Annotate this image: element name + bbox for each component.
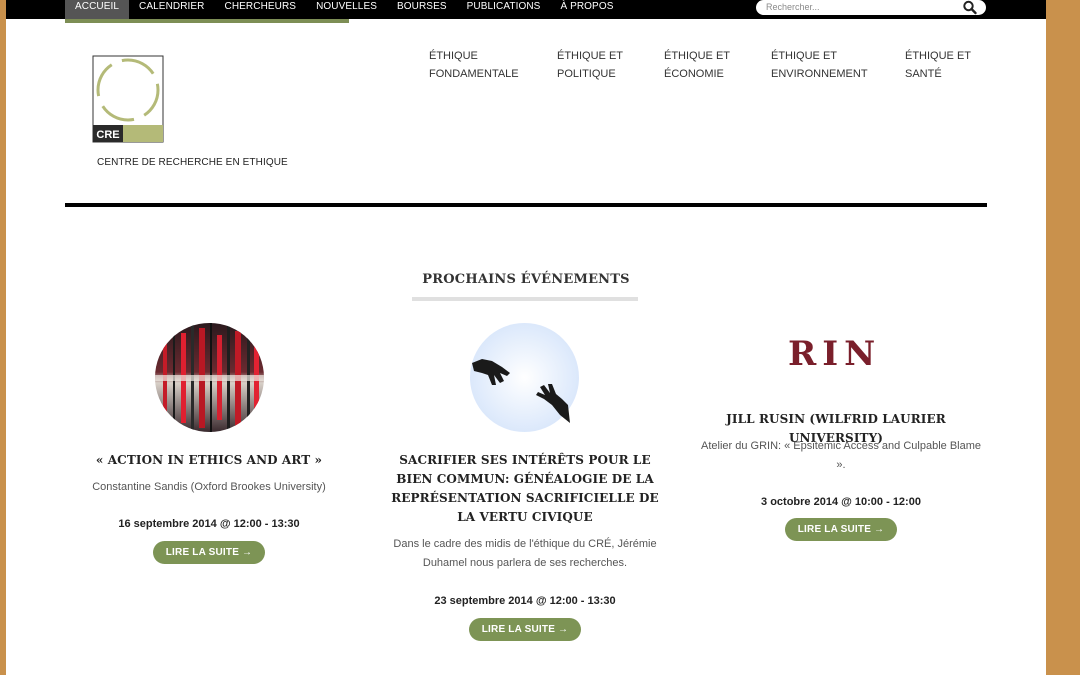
event-description: Constantine Sandis (Oxford Brookes Unive…: [92, 481, 326, 493]
read-more-button[interactable]: LIRE LA SUITE →: [153, 541, 265, 564]
accent-bar: [65, 19, 349, 23]
mainnav-line1: ÉTHIQUE ET: [771, 50, 838, 62]
mainnav-ethique-economie[interactable]: ÉTHIQUE ET ÉCONOMIE: [664, 47, 730, 83]
mainnav-ethique-politique[interactable]: ÉTHIQUE ET POLITIQUE: [557, 47, 623, 83]
topnav-a-propos[interactable]: À PROPOS: [550, 0, 623, 19]
mainnav-line2: FONDAMENTALE: [429, 68, 519, 80]
logo-caption: CENTRE DE RECHERCHE EN ETHIQUE: [97, 157, 288, 168]
mainnav-ethique-environnement[interactable]: ÉTHIQUE ET ENVIRONNEMENT: [771, 47, 868, 83]
event-image-grin-logo[interactable]: RIN: [786, 330, 896, 378]
read-more-button[interactable]: LIRE LA SUITE →: [469, 618, 581, 641]
event-description: Atelier du GRIN: « Epsitemic Access and …: [700, 440, 982, 471]
mainnav-line1: ÉTHIQUE ET: [905, 50, 972, 62]
event-title[interactable]: SACRIFIER SES INTÉRÊTS POUR LE BIEN COMM…: [389, 451, 661, 527]
event-description: Dans le cadre des midis de l'éthique du …: [393, 538, 657, 569]
mainnav-line2: ENVIRONNEMENT: [771, 68, 868, 80]
mainnav-line1: ÉTHIQUE ET: [664, 50, 731, 62]
logo-badge-text: CRE: [96, 129, 119, 141]
grin-logo-text: RIN: [788, 334, 881, 374]
mainnav-line1: ÉTHIQUE ET: [557, 50, 624, 62]
event-image-action-in-ethics[interactable]: [155, 323, 264, 432]
topnav-chercheurs[interactable]: CHERCHEURS: [215, 0, 307, 19]
topnav-accueil[interactable]: ACCUEIL: [65, 0, 130, 19]
event-date: 16 septembre 2014 @ 12:00 - 13:30: [118, 518, 300, 530]
top-nav: ACCUEIL CALENDRIER CHERCHEURS NOUVELLES …: [65, 0, 623, 19]
search-input[interactable]: [766, 1, 956, 13]
header-divider: [65, 203, 987, 207]
read-more-button[interactable]: LIRE LA SUITE →: [785, 518, 897, 541]
event-title[interactable]: « ACTION IN ETHICS AND ART »: [84, 451, 334, 470]
mainnav-ethique-sante[interactable]: ÉTHIQUE ET SANTÉ: [905, 47, 971, 83]
top-bar: ACCUEIL CALENDRIER CHERCHEURS NOUVELLES …: [6, 0, 1046, 19]
search-icon[interactable]: [962, 0, 978, 15]
topnav-nouvelles[interactable]: NOUVELLES: [306, 0, 387, 19]
search-box[interactable]: [756, 0, 986, 15]
topnav-bourses[interactable]: BOURSES: [387, 0, 457, 19]
mainnav-line2: POLITIQUE: [557, 68, 616, 80]
mainnav-line1: ÉTHIQUE: [429, 50, 478, 62]
cre-logo[interactable]: CRE: [92, 55, 164, 143]
section-underline: [412, 297, 638, 301]
event-image-hands[interactable]: [470, 323, 579, 432]
topnav-publications[interactable]: PUBLICATIONS: [457, 0, 551, 19]
mainnav-line2: ÉCONOMIE: [664, 68, 724, 80]
mainnav-line2: SANTÉ: [905, 68, 942, 80]
event-date: 23 septembre 2014 @ 12:00 - 13:30: [434, 595, 616, 607]
section-title: PROCHAINS ÉVÉNEMENTS: [422, 272, 630, 287]
event-date: 3 octobre 2014 @ 10:00 - 12:00: [761, 496, 921, 508]
topnav-calendrier[interactable]: CALENDRIER: [129, 0, 214, 19]
mainnav-ethique-fondamentale[interactable]: ÉTHIQUE FONDAMENTALE: [429, 47, 519, 83]
page: ACCUEIL CALENDRIER CHERCHEURS NOUVELLES …: [6, 0, 1046, 675]
